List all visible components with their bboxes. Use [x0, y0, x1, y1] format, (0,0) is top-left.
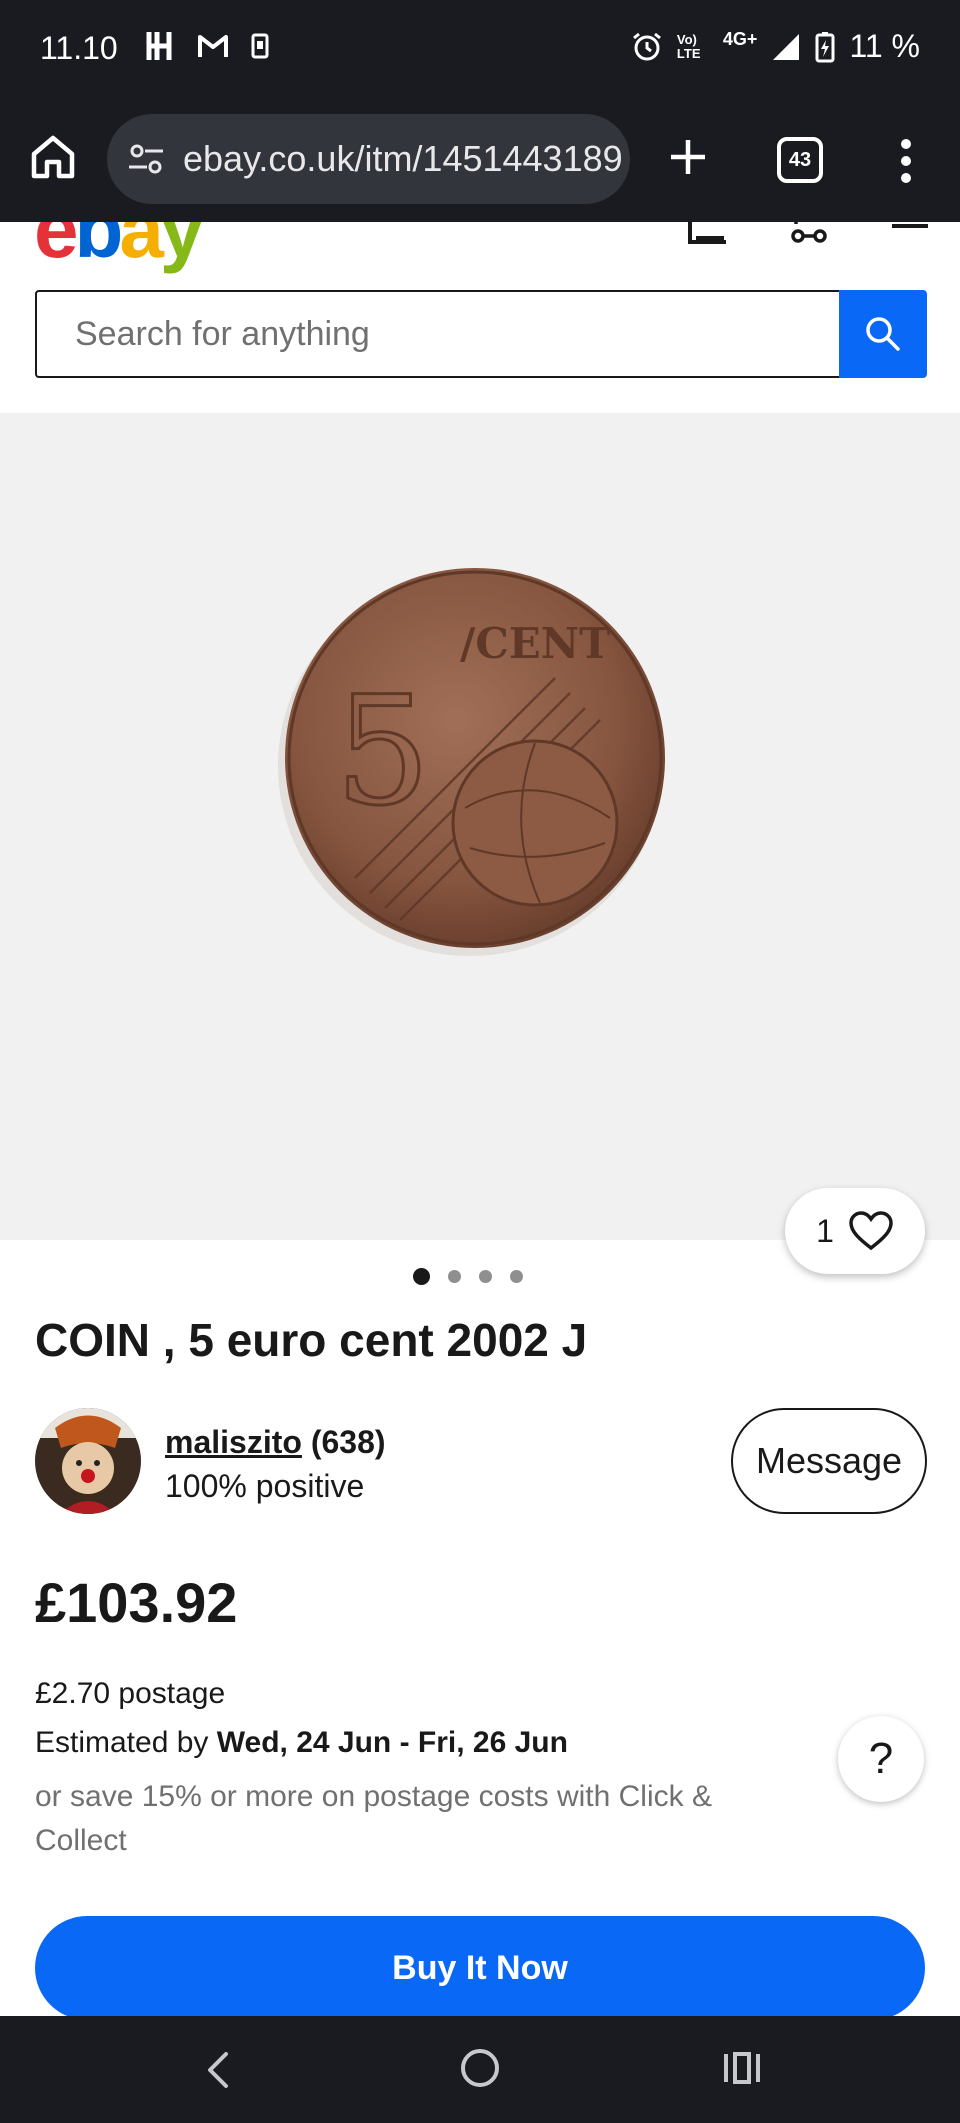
seller-avatar[interactable] — [35, 1408, 141, 1514]
status-time: 11.10 — [40, 30, 118, 66]
tab-switcher-button[interactable]: 43 — [777, 137, 823, 183]
menu-icon[interactable] — [890, 222, 930, 246]
app-h-icon — [146, 32, 172, 60]
item-title: COIN , 5 euro cent 2002 J — [35, 1314, 588, 1366]
seller-card: maliszito (638) 100% positive Message — [35, 1408, 927, 1516]
delivery-estimate: Estimated by Wed, 24 Jun - Fri, 26 Jun — [35, 1726, 568, 1760]
signal-icon — [773, 33, 800, 60]
watch-button[interactable]: 1 — [785, 1188, 925, 1274]
gmail-icon — [198, 35, 228, 57]
battery-level: 11 % — [849, 28, 920, 64]
buy-it-now-button[interactable]: Buy It Now — [35, 1916, 925, 2020]
search-input[interactable] — [35, 290, 839, 378]
help-button[interactable]: ? — [838, 1716, 924, 1802]
click-collect-note: or save 15% or more on postage costs wit… — [35, 1780, 712, 1857]
seller-positive-rating: 100% positive — [165, 1468, 365, 1504]
system-status-icons: Vo) LTE 4G+ 11 % — [631, 28, 920, 65]
search-button[interactable] — [839, 290, 927, 378]
logo-letter: y — [159, 222, 204, 274]
watch-count: 1 — [816, 1212, 834, 1249]
heart-icon — [849, 1211, 893, 1251]
browser-home-icon[interactable] — [28, 132, 78, 182]
gallery-dot[interactable] — [478, 1270, 492, 1283]
search-icon — [866, 317, 900, 351]
ebay-logo[interactable]: ebay — [34, 222, 204, 276]
recent-apps-icon[interactable] — [722, 2048, 762, 2088]
delivery-prefix: Estimated by — [35, 1726, 217, 1759]
battery-charging-icon — [815, 31, 835, 62]
item-image-gallery[interactable]: 5 /CENT — [0, 413, 960, 1240]
gallery-pagination — [0, 1268, 960, 1285]
coin-photo: 5 /CENT — [278, 568, 665, 956]
logo-letter: a — [119, 222, 163, 274]
site-settings-icon[interactable] — [125, 138, 167, 180]
header-icons — [686, 222, 930, 246]
phone-storage-icon — [251, 33, 269, 59]
back-icon[interactable] — [198, 2048, 238, 2092]
logo-letter: b — [74, 222, 124, 274]
message-button[interactable]: Message — [731, 1408, 927, 1514]
seller-feedback-count: (638) — [310, 1424, 386, 1460]
address-bar[interactable]: ebay.co.uk/itm/1451443189 — [107, 114, 630, 204]
notification-icons — [145, 30, 269, 62]
url-text: ebay.co.uk/itm/1451443189 — [183, 138, 623, 179]
home-circle-icon[interactable] — [458, 2046, 502, 2090]
cart-icon[interactable] — [790, 222, 830, 246]
browser-menu-icon[interactable] — [896, 136, 916, 186]
status-bar: 11.10 Vo) LTE 4G+ 11 % — [0, 0, 960, 100]
item-price: £103.92 — [35, 1571, 238, 1634]
network-type: 4G+ — [722, 29, 758, 49]
tab-count: 43 — [788, 148, 812, 171]
volte-indicator: Vo) LTE — [676, 31, 701, 61]
avatar-image — [35, 1408, 141, 1514]
gallery-dot[interactable] — [447, 1270, 461, 1283]
postage-cost: £2.70 postage — [35, 1677, 226, 1710]
search-bar — [35, 290, 927, 378]
notifications-icon[interactable] — [686, 222, 730, 246]
browser-toolbar: ebay.co.uk/itm/1451443189 43 — [0, 100, 960, 222]
system-navigation-bar — [0, 2016, 960, 2123]
gallery-dot[interactable] — [509, 1270, 523, 1283]
svg-text:/CENT: /CENT — [460, 619, 610, 668]
delivery-dates: Wed, 24 Jun - Fri, 26 Jun — [216, 1726, 568, 1759]
site-header: ebay — [0, 222, 960, 412]
logo-letter: e — [34, 222, 78, 274]
new-tab-icon[interactable] — [663, 132, 713, 182]
gallery-dot[interactable] — [412, 1268, 430, 1285]
alarm-icon — [632, 32, 661, 60]
svg-text:5: 5 — [335, 665, 430, 839]
seller-name-link[interactable]: maliszito — [165, 1424, 302, 1460]
seller-name-line: maliszito (638) — [165, 1424, 386, 1461]
